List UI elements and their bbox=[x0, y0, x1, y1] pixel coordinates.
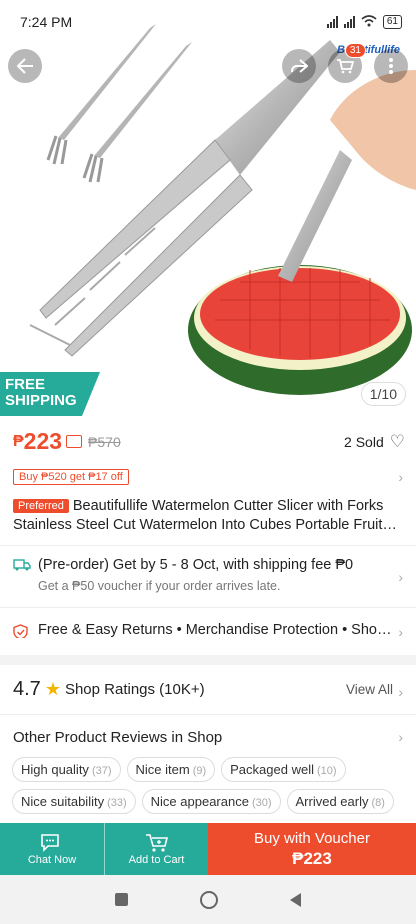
chat-icon bbox=[41, 834, 59, 852]
review-chip[interactable]: Nice appearance (30) bbox=[141, 789, 281, 814]
system-nav-bar bbox=[0, 875, 416, 924]
chevron-right-icon[interactable]: › bbox=[398, 684, 403, 700]
chevron-right-icon[interactable]: › bbox=[398, 624, 403, 640]
truck-icon bbox=[13, 559, 31, 571]
star-icon: ★ bbox=[44, 679, 61, 699]
wifi-icon bbox=[361, 14, 377, 30]
shop-ratings-row[interactable]: 4.7 ★ Shop Ratings (10K+) View All bbox=[13, 678, 405, 701]
back-button[interactable] bbox=[8, 49, 42, 83]
review-chip[interactable]: Packaged well (10) bbox=[221, 757, 346, 782]
arrow-left-icon bbox=[16, 58, 33, 74]
product-title: Preferred Beautifullife Watermelon Cutter… bbox=[13, 497, 405, 535]
bottom-action-bar: Chat Now Add to Cart Buy with Voucher ₱2… bbox=[0, 823, 416, 875]
original-price: ₱570 bbox=[88, 433, 121, 450]
review-chips: High quality (37) Nice item (9) Packaged w… bbox=[12, 757, 408, 814]
divider bbox=[0, 545, 416, 546]
free-shipping-line1: FREE bbox=[5, 376, 46, 393]
share-icon bbox=[291, 59, 308, 73]
guarantee-row[interactable]: Free & Easy Returns • Merchandise Protec… bbox=[13, 622, 405, 638]
status-bar: 7:24 PM 61 bbox=[0, 0, 416, 44]
rating-value: 4.7 bbox=[13, 678, 41, 700]
chevron-right-icon[interactable]: › bbox=[398, 729, 403, 745]
home-icon[interactable] bbox=[200, 890, 218, 909]
back-nav-icon[interactable] bbox=[290, 892, 301, 907]
review-chip[interactable]: High quality (37) bbox=[12, 757, 121, 782]
price-tag-icon bbox=[66, 435, 83, 448]
free-shipping-line2: SHIPPING bbox=[5, 392, 77, 409]
view-all-link[interactable]: View All bbox=[346, 682, 393, 697]
divider bbox=[0, 607, 416, 608]
shield-icon bbox=[13, 624, 28, 638]
review-chip[interactable]: Nice suitability (33) bbox=[12, 789, 136, 814]
rating-label: Shop Ratings (10K+) bbox=[64, 681, 205, 698]
chat-now-button[interactable]: Chat Now bbox=[0, 823, 104, 875]
cart-button[interactable]: 31 bbox=[328, 43, 366, 83]
sold-count: 2 Sold bbox=[344, 433, 384, 450]
divider bbox=[0, 714, 416, 715]
signal-icon-2 bbox=[343, 16, 355, 28]
reviews-title: Other Product Reviews in Shop bbox=[13, 729, 223, 746]
shipping-main-text: (Pre-order) Get by 5 - 8 Oct, with shipp… bbox=[38, 557, 354, 573]
add-cart-icon bbox=[145, 834, 168, 852]
status-time: 7:24 PM bbox=[20, 14, 73, 30]
cart-count-badge: 31 bbox=[344, 43, 366, 58]
shipping-sub-text: Get a ₱50 voucher if your order arrives … bbox=[38, 579, 281, 593]
product-title-text: Beautifullife Watermelon Cutter Slicer w… bbox=[13, 498, 384, 533]
voucher-tag[interactable]: Buy ₱520 get ₱17 off bbox=[13, 469, 129, 485]
battery-icon: 61 bbox=[382, 15, 402, 29]
buy-with-voucher-button[interactable]: Buy with Voucher ₱223 bbox=[208, 823, 416, 875]
add-to-cart-button[interactable]: Add to Cart bbox=[104, 823, 208, 875]
section-divider bbox=[0, 655, 416, 665]
share-button[interactable] bbox=[282, 49, 316, 83]
more-vertical-icon bbox=[389, 58, 393, 74]
cart-icon bbox=[337, 59, 354, 74]
guarantee-text: Free & Easy Returns • Merchandise Protec… bbox=[38, 622, 393, 638]
recent-apps-icon[interactable] bbox=[115, 893, 128, 906]
status-icons: 61 bbox=[326, 14, 402, 30]
preferred-badge: Preferred bbox=[13, 499, 69, 513]
signal-icon bbox=[326, 16, 338, 28]
image-counter: 1/10 bbox=[360, 382, 406, 406]
chevron-right-icon[interactable]: › bbox=[398, 469, 403, 485]
review-chip[interactable]: Nice item (9) bbox=[126, 757, 216, 782]
more-options-button[interactable] bbox=[374, 49, 408, 83]
shipping-row[interactable]: (Pre-order) Get by 5 - 8 Oct, with shipp… bbox=[13, 557, 405, 593]
chevron-right-icon[interactable]: › bbox=[398, 569, 403, 585]
heart-icon[interactable]: ♡ bbox=[390, 432, 405, 452]
price-row: ₱ 223 ₱570 2 Sold ♡ bbox=[13, 428, 405, 455]
chat-now-label: Chat Now bbox=[27, 854, 77, 866]
add-to-cart-label: Add to Cart bbox=[128, 854, 185, 866]
review-chip[interactable]: Arrived early (8) bbox=[286, 789, 394, 814]
current-price: 223 bbox=[23, 428, 63, 454]
buy-label: Buy with Voucher bbox=[254, 829, 370, 847]
buy-price: ₱223 bbox=[292, 848, 332, 868]
price-currency: ₱ bbox=[13, 432, 24, 450]
